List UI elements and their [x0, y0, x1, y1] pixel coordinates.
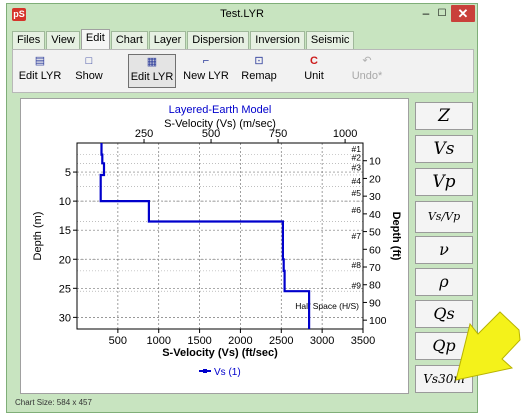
- y2-tick-label: 90: [369, 297, 381, 309]
- y-tick-label: 10: [59, 196, 71, 208]
- y2-tick-label: 20: [369, 173, 381, 185]
- top-tick-label: 250: [135, 128, 153, 140]
- remap-button[interactable]: ⊡ Remap: [239, 54, 279, 88]
- y-tick-label: 20: [59, 254, 71, 266]
- unit-label: Unit: [304, 70, 324, 82]
- chart-title: Layered-Earth Model: [169, 104, 272, 116]
- show-label: Show: [75, 70, 103, 82]
- y2-tick-label: 50: [369, 227, 381, 239]
- layer-label: #8: [352, 260, 362, 270]
- y-tick-label: 25: [59, 283, 71, 295]
- undo-icon: ↶: [362, 55, 372, 67]
- app-window: pS Test.LYR – ☐ ✕ Files View Edit Chart …: [6, 3, 478, 413]
- tab-files[interactable]: Files: [12, 31, 46, 49]
- edit-lyr-label: Edit LYR: [18, 70, 62, 82]
- new-lyr-icon: ⌐: [202, 55, 210, 67]
- tab-edit[interactable]: Edit: [80, 29, 110, 49]
- x-tick-label: 1500: [187, 335, 211, 347]
- legend-label: Vs (1): [214, 367, 241, 378]
- layer-label: #2: [352, 153, 362, 163]
- show-button[interactable]: □ Show: [71, 54, 107, 88]
- velocity-depth-chart: Layered-Earth ModelS-Velocity (Vs) (m/se…: [32, 104, 402, 378]
- y2-tick-label: 30: [369, 191, 381, 203]
- vs-profile-line: [99, 143, 311, 329]
- qs-button[interactable]: Qs: [415, 300, 473, 328]
- vs-vp-ratio-button[interactable]: Vs/Vp: [415, 201, 473, 233]
- menu-tabs: Files View Edit Chart Layer Dispersion I…: [12, 29, 355, 49]
- new-lyr-label: New LYR: [183, 70, 229, 82]
- y2-axis-label: Depth (ft): [390, 212, 402, 261]
- x-tick-label: 3500: [351, 335, 375, 347]
- layer-label: #5: [352, 188, 362, 198]
- maximize-button[interactable]: ☐: [435, 7, 449, 21]
- y2-tick-label: 10: [369, 156, 381, 168]
- tab-layer[interactable]: Layer: [148, 31, 187, 49]
- x-tick-label: 2500: [269, 335, 293, 347]
- x-tick-label: 2000: [228, 335, 252, 347]
- layer-label: #7: [352, 231, 362, 241]
- vs-button[interactable]: Vs: [415, 135, 473, 163]
- top-tick-label: 1000: [333, 128, 357, 140]
- y-tick-label: 30: [59, 312, 71, 324]
- layer-label: #4: [352, 176, 362, 186]
- y2-tick-label: 80: [369, 280, 381, 292]
- y-tick-label: 15: [59, 225, 71, 237]
- layer-label: #9: [352, 280, 362, 290]
- density-button[interactable]: ρ: [415, 268, 473, 296]
- layer-label: #3: [352, 162, 362, 172]
- status-bar: Chart Size: 584 x 457: [15, 398, 92, 407]
- x-tick-label: 1000: [146, 335, 170, 347]
- y2-tick-label: 100: [369, 315, 387, 327]
- remap-icon: ⊡: [254, 55, 264, 67]
- vs30m-button[interactable]: Vs30m: [415, 365, 473, 393]
- minimize-button[interactable]: –: [419, 7, 433, 21]
- x-tick-label: 3000: [310, 335, 334, 347]
- x-tick-label: 500: [109, 335, 127, 347]
- edit-lyr-button[interactable]: ▤ Edit LYR: [17, 54, 63, 88]
- vp-button[interactable]: Vp: [415, 168, 473, 196]
- qp-button[interactable]: Qp: [415, 332, 473, 360]
- y2-tick-label: 70: [369, 262, 381, 274]
- poisson-button[interactable]: ν: [415, 236, 473, 264]
- halfspace-label: Half Space (H/S): [295, 301, 359, 311]
- tab-seismic[interactable]: Seismic: [305, 31, 355, 49]
- remap-label: Remap: [241, 70, 277, 82]
- z-button[interactable]: Z: [415, 102, 473, 130]
- x-axis-label: S-Velocity (Vs) (ft/sec): [162, 347, 278, 359]
- edit-lyr-icon: ▤: [34, 55, 46, 67]
- undo-button[interactable]: ↶ Undo*: [347, 54, 387, 88]
- toolbar: ▤ Edit LYR □ Show ▦ Edit LYR ⌐ New LYR ⊡…: [12, 49, 474, 93]
- tab-dispersion[interactable]: Dispersion: [187, 31, 250, 49]
- top-tick-label: 500: [202, 128, 220, 140]
- edit-lyr-table-label: Edit LYR: [130, 71, 174, 83]
- tab-view[interactable]: View: [46, 31, 80, 49]
- legend-marker: [203, 369, 207, 373]
- new-lyr-button[interactable]: ⌐ New LYR: [181, 54, 231, 88]
- undo-label: Undo*: [351, 70, 383, 82]
- tab-inversion[interactable]: Inversion: [250, 31, 305, 49]
- y2-tick-label: 40: [369, 209, 381, 221]
- y2-tick-label: 60: [369, 244, 381, 256]
- tab-chart[interactable]: Chart: [110, 31, 148, 49]
- y-axis-label: Depth (m): [32, 212, 44, 261]
- unit-icon: C: [310, 55, 318, 67]
- unit-button[interactable]: C Unit: [297, 54, 331, 88]
- close-button[interactable]: ✕: [451, 5, 475, 22]
- top-tick-label: 750: [269, 128, 287, 140]
- table-icon: ▦: [146, 56, 158, 68]
- title-bar: pS Test.LYR – ☐ ✕: [7, 4, 477, 26]
- y-tick-label: 5: [65, 167, 71, 179]
- window-title: Test.LYR: [220, 8, 264, 20]
- show-icon: □: [85, 55, 93, 67]
- layer-label: #6: [352, 205, 362, 215]
- chart-area[interactable]: Layered-Earth Model S-Velocity (Vs) (m/se…: [20, 98, 409, 394]
- edit-lyr-table-button[interactable]: ▦ Edit LYR: [128, 54, 176, 88]
